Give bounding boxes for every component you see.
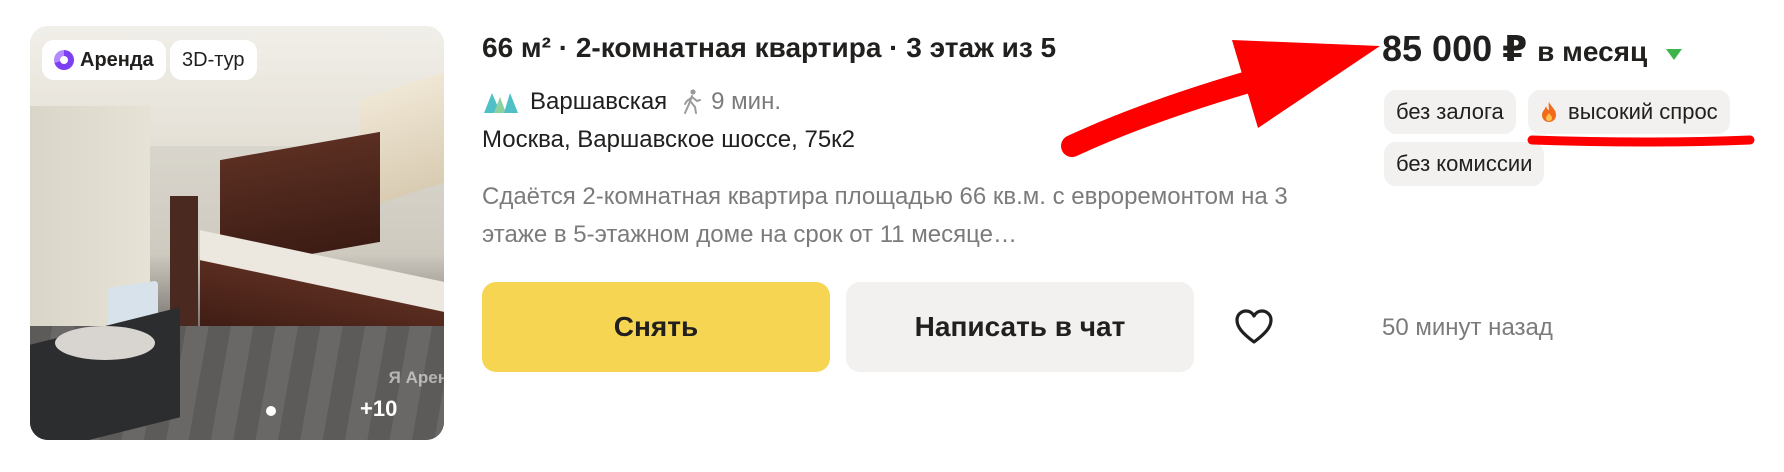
tag-no-deposit-label: без залога bbox=[1396, 99, 1504, 124]
heart-icon[interactable] bbox=[1234, 308, 1274, 346]
annotation-arrow bbox=[1061, 67, 1273, 157]
rent-badge: Аренда bbox=[42, 40, 166, 80]
more-photos-count[interactable]: +10 bbox=[360, 396, 397, 422]
walk-time: 9 мин. bbox=[711, 88, 781, 115]
photo-pagination-dot[interactable] bbox=[266, 406, 276, 416]
metro-info: Варшавская 9 мин. bbox=[482, 88, 781, 116]
published-time: 50 минут назад bbox=[1382, 314, 1553, 341]
rent-button[interactable]: Снять bbox=[482, 282, 830, 372]
photo-door bbox=[170, 196, 198, 326]
description: Сдаётся 2-комнатная квартира площадью 66… bbox=[482, 183, 1288, 248]
fire-icon bbox=[1542, 102, 1556, 122]
metro-icon bbox=[484, 93, 518, 113]
photo-watermark: Я Арен bbox=[388, 368, 444, 387]
annotation-underline bbox=[1527, 135, 1755, 147]
3d-tour-label: 3D-тур bbox=[182, 48, 245, 71]
tag-high-demand-label: высокий спрос bbox=[1568, 99, 1718, 124]
3d-tour-badge[interactable]: 3D-тур bbox=[170, 40, 257, 80]
listing-photo[interactable]: Я Арен Аренда 3D-тур +10 bbox=[30, 26, 444, 440]
price-value: 85 000 ₽ bbox=[1382, 28, 1528, 69]
chat-button[interactable]: Написать в чат bbox=[846, 282, 1194, 372]
arenda-logo-icon bbox=[54, 50, 74, 70]
tag-no-commission: без комиссии bbox=[1384, 142, 1545, 186]
rent-badge-label: Аренда bbox=[80, 48, 154, 71]
address: Москва, Варшавское шоссе, 75к2 bbox=[482, 126, 856, 153]
tag-high-demand: высокий спрос bbox=[1528, 90, 1730, 134]
photo-plate bbox=[55, 326, 155, 360]
tag-no-deposit: без залога bbox=[1384, 90, 1516, 134]
walking-icon bbox=[684, 89, 702, 114]
tag-no-commission-label: без комиссии bbox=[1396, 151, 1533, 176]
metro-station-name: Варшавская bbox=[530, 88, 668, 115]
price-down-icon[interactable] bbox=[1665, 47, 1683, 61]
price-period: в месяц bbox=[1537, 36, 1648, 67]
listing-title[interactable]: 66 м² · 2-комнатная квартира · 3 этаж из… bbox=[482, 32, 1056, 64]
price-block: 85 000 ₽ в месяц bbox=[1382, 28, 1683, 70]
annotation-arrowhead bbox=[1232, 40, 1380, 128]
